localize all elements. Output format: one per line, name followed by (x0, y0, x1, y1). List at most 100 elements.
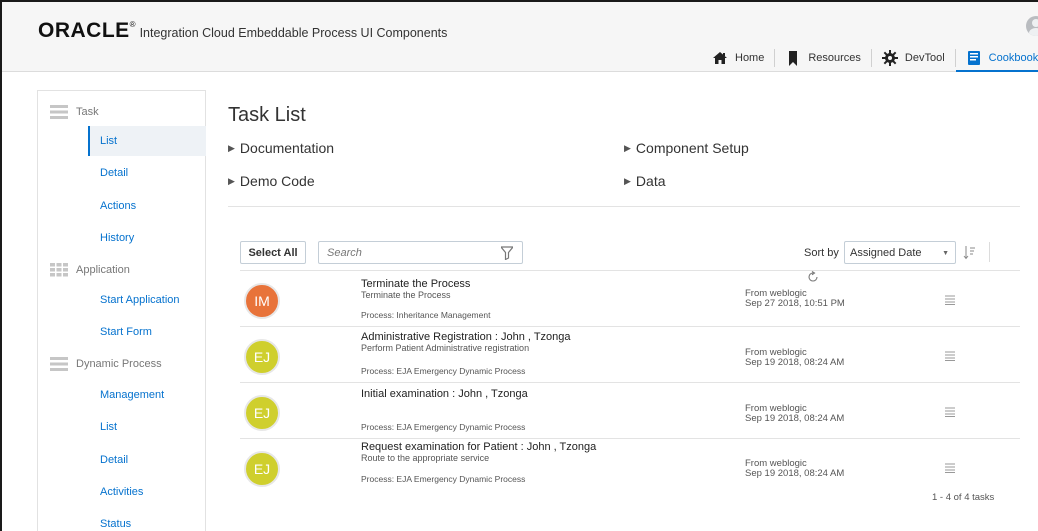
sidebar-item-dp-detail[interactable]: Detail (88, 445, 206, 475)
task-process: Process: EJA Emergency Dynamic Process (361, 422, 526, 432)
oracle-logo: ORACLE (38, 19, 130, 42)
sidebar-item-label: Start Form (100, 326, 152, 338)
sidebar-item-start-form[interactable]: Start Form (88, 317, 206, 347)
sidebar-item-label: List (100, 135, 118, 147)
pagination-status: 1 - 4 of 4 tasks (932, 492, 995, 503)
task-avatar: EJ (244, 451, 280, 487)
section-component-setup[interactable]: ▶ Component Setup (624, 140, 749, 156)
sidebar-item-dp-status[interactable]: Status (88, 509, 206, 531)
task-subtitle: Perform Patient Administrative registrat… (361, 343, 530, 353)
expand-triangle-icon: ▶ (624, 175, 631, 186)
sidebar-item-label: Detail (100, 454, 129, 466)
task-row[interactable]: EJ Initial examination : John , Tzonga P… (240, 382, 1020, 438)
section-data[interactable]: ▶ Data (624, 173, 666, 189)
main-divider (228, 206, 1020, 207)
home-icon (712, 50, 728, 66)
sort-order-icon[interactable] (963, 246, 975, 260)
sidebar-group-label: Task (76, 106, 99, 118)
task-row[interactable]: EJ Administrative Registration : John , … (240, 326, 1020, 382)
app-title: Integration Cloud Embeddable Process UI … (139, 26, 448, 40)
task-avatar: IM (244, 283, 280, 319)
sidebar-item-dp-management[interactable]: Management (88, 380, 206, 410)
task-title[interactable]: Initial examination : John , Tzonga (361, 388, 528, 400)
nav-resources-label: Resources (808, 52, 861, 64)
section-label: Data (635, 173, 666, 189)
section-label: Demo Code (239, 173, 315, 189)
sidebar-group-task: Task (50, 105, 99, 119)
page-title: Task List (228, 104, 306, 126)
sidebar-item-start-application[interactable]: Start Application (88, 285, 206, 315)
task-from: From weblogic Sep 27 2018, 10:51 PM (745, 289, 845, 309)
sidebar-item-label: Detail (100, 167, 129, 179)
task-menu-icon[interactable] (944, 295, 956, 305)
sidebar-item-label: List (100, 421, 118, 433)
toolbar-separator (989, 242, 990, 262)
sidebar-item-dp-activities[interactable]: Activities (88, 477, 206, 507)
search-box (318, 241, 523, 264)
task-process: Process: EJA Emergency Dynamic Process (361, 474, 526, 484)
expand-triangle-icon: ▶ (228, 142, 235, 153)
nav-devtool[interactable]: DevTool (872, 47, 955, 69)
sort-label: Sort by (804, 247, 839, 259)
nav-cookbook[interactable]: Cookbook (955, 47, 1038, 72)
nav-home-label: Home (735, 52, 765, 64)
nav-home[interactable]: Home (702, 47, 774, 69)
task-from: From weblogic Sep 19 2018, 08:24 AM (745, 348, 844, 368)
list-icon (50, 357, 68, 371)
section-documentation[interactable]: ▶ Documentation (228, 140, 334, 156)
task-row[interactable]: IM Terminate the Process Terminate the P… (240, 270, 1020, 326)
gear-icon (881, 50, 898, 66)
task-title[interactable]: Request examination for Patient : John ,… (361, 441, 596, 453)
task-date: Sep 19 2018, 08:24 AM (745, 413, 845, 424)
section-demo-code[interactable]: ▶ Demo Code (228, 173, 315, 189)
sidebar: Task List Detail Actions History Applica… (37, 90, 206, 531)
task-menu-icon[interactable] (944, 407, 956, 417)
task-process: Process: Inheritance Management (361, 310, 491, 320)
bookmark-icon (785, 50, 801, 66)
sort-select-value: Assigned Date (850, 246, 922, 259)
section-label: Documentation (239, 140, 335, 156)
filter-icon[interactable] (501, 246, 513, 260)
task-from: From weblogic Sep 19 2018, 08:24 AM (745, 459, 844, 479)
task-avatar: EJ (244, 395, 280, 431)
task-subtitle: Terminate the Process (361, 290, 451, 300)
nav-cookbook-label: Cookbook (988, 52, 1038, 64)
sidebar-item-dp-list[interactable]: List (88, 412, 206, 442)
sidebar-item-label: Activities (100, 486, 144, 498)
task-row[interactable]: EJ Request examination for Patient : Joh… (240, 438, 1020, 494)
nav-resources[interactable]: Resources (775, 47, 871, 69)
user-avatar-icon[interactable] (1026, 16, 1038, 36)
sort-select[interactable]: Assigned Date ▼ (844, 241, 956, 264)
sidebar-item-task-list[interactable]: List (88, 126, 206, 156)
sidebar-item-task-actions[interactable]: Actions (88, 191, 206, 221)
task-from: From weblogic Sep 19 2018, 08:24 AM (745, 404, 844, 424)
registered-mark: ® (129, 20, 136, 29)
sidebar-item-label: Status (100, 518, 132, 530)
task-subtitle: Route to the appropriate service (361, 453, 490, 463)
task-date: Sep 27 2018, 10:51 PM (745, 298, 845, 309)
task-menu-icon[interactable] (944, 351, 956, 361)
task-date: Sep 19 2018, 08:24 AM (745, 468, 845, 479)
chevron-down-icon: ▼ (942, 250, 949, 257)
search-input[interactable] (320, 243, 490, 262)
task-date: Sep 19 2018, 08:24 AM (745, 357, 845, 368)
sidebar-group-label: Dynamic Process (76, 358, 162, 370)
sidebar-group-label: Application (76, 264, 130, 276)
sidebar-item-task-detail[interactable]: Detail (88, 158, 206, 188)
sidebar-group-dynamic-process: Dynamic Process (50, 357, 162, 371)
task-process: Process: EJA Emergency Dynamic Process (361, 366, 526, 376)
sidebar-item-label: Start Application (100, 294, 180, 306)
task-avatar: EJ (244, 339, 280, 375)
expand-triangle-icon: ▶ (228, 175, 235, 186)
section-label: Component Setup (635, 140, 749, 156)
expand-triangle-icon: ▶ (624, 142, 631, 153)
grid-icon (50, 263, 68, 277)
task-title[interactable]: Administrative Registration : John , Tzo… (361, 331, 571, 343)
sidebar-item-task-history[interactable]: History (88, 223, 206, 253)
sidebar-item-label: Actions (100, 200, 137, 212)
task-menu-icon[interactable] (944, 463, 956, 473)
select-all-button[interactable]: Select All (240, 241, 306, 264)
top-navigation: Home Resources DevTool Cookbook (702, 46, 1038, 72)
app-header: ORACLE ® Integration Cloud Embeddable Pr… (2, 2, 1038, 72)
task-title[interactable]: Terminate the Process (361, 278, 470, 290)
